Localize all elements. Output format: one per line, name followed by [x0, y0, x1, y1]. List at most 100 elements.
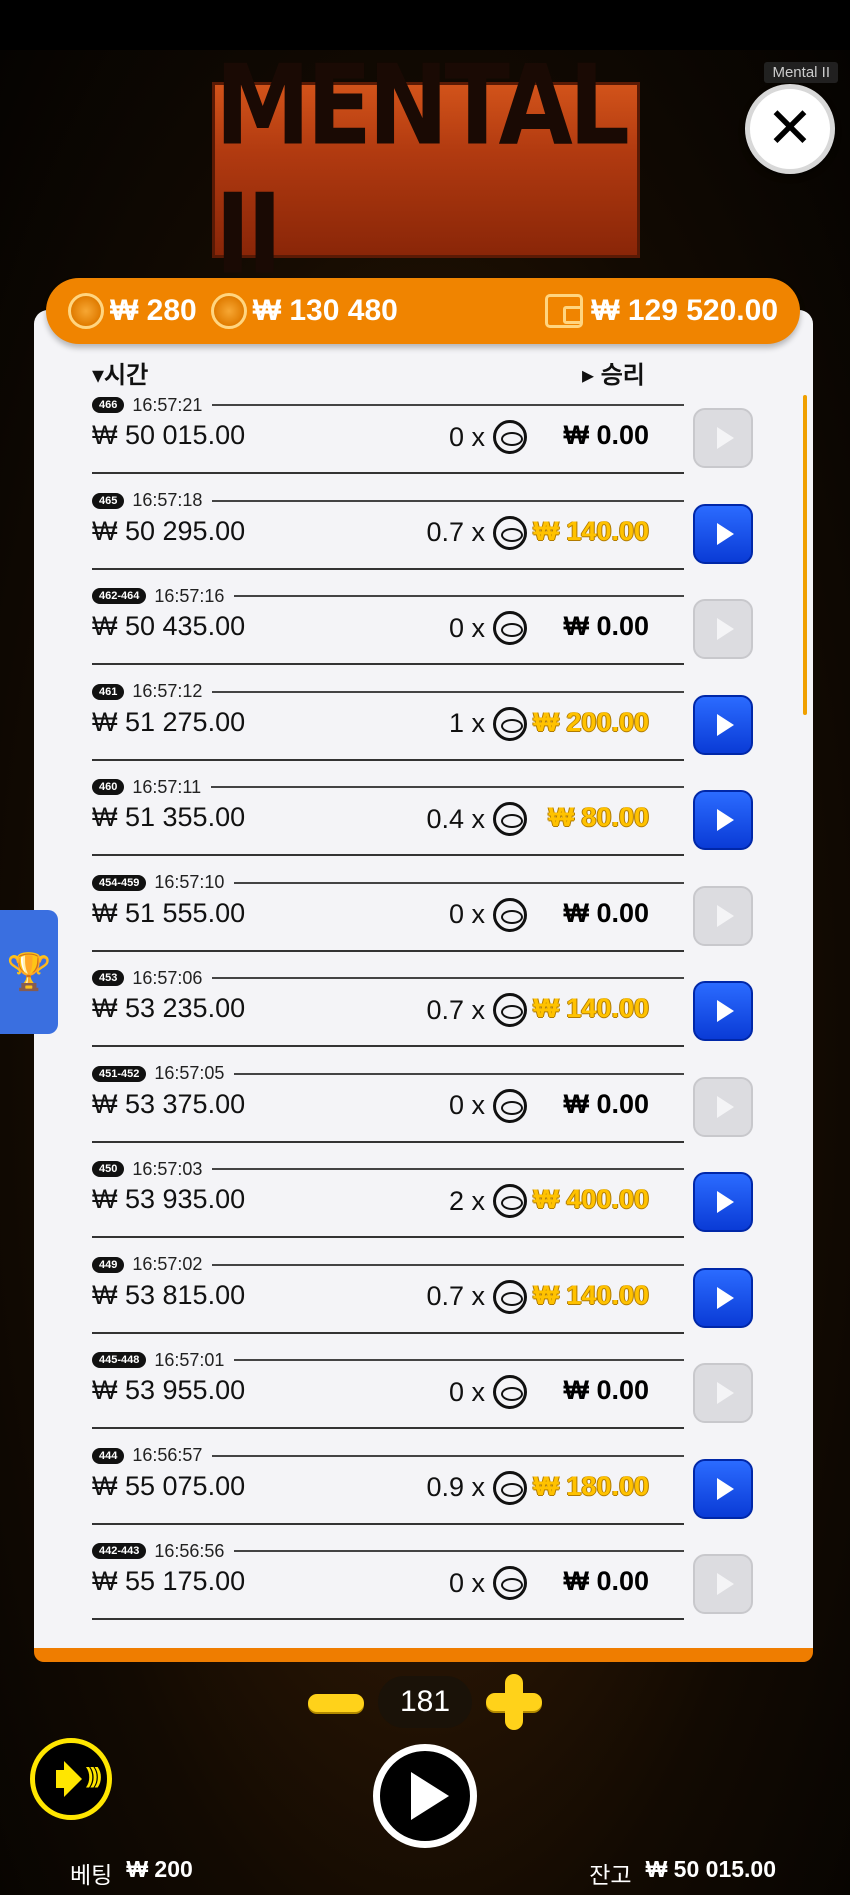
history-row: 450 16:57:03 ₩ 53 935.00 2 x ₩ 400.00	[92, 1156, 757, 1252]
row-separator	[92, 663, 684, 665]
replay-button	[693, 408, 753, 468]
row-meta: 453 16:57:06	[92, 967, 684, 989]
row-divider	[234, 1550, 684, 1552]
history-row: 444 16:56:57 ₩ 55 075.00 0.9 x ₩ 180.00	[92, 1443, 757, 1539]
history-row: 465 16:57:18 ₩ 50 295.00 0.7 x ₩ 140.00	[92, 488, 757, 584]
row-divider	[212, 977, 684, 979]
replay-button[interactable]	[693, 1267, 753, 1328]
play-icon	[411, 1772, 449, 1820]
round-balance: ₩ 53 815.00	[92, 1279, 246, 1310]
round-time: 16:56:56	[154, 1540, 225, 1561]
panel-bottom-bar	[34, 1648, 813, 1662]
play-icon	[716, 1573, 734, 1595]
wallet-stat: ₩ 129 520.00	[545, 294, 778, 328]
coin-icon	[493, 897, 527, 932]
row-separator	[92, 472, 684, 474]
row-separator	[92, 567, 684, 570]
round-multiplier: 0 x	[449, 420, 527, 454]
round-win: ₩ 0.00	[563, 1088, 649, 1119]
replay-button	[693, 1554, 753, 1614]
minus-button[interactable]	[308, 1694, 364, 1712]
row-meta: 451-452 16:57:05	[92, 1063, 684, 1085]
row-meta: 466 16:57:21	[92, 394, 684, 416]
coin-icon	[493, 802, 527, 836]
wallet-icon	[545, 294, 584, 328]
row-separator	[92, 1522, 684, 1525]
replay-button[interactable]	[693, 1172, 753, 1232]
round-multiplier: 1 x	[449, 706, 527, 741]
row-separator	[92, 1140, 684, 1143]
row-meta: 461 16:57:12	[92, 681, 684, 703]
game-logo: MENTAL II	[212, 41, 640, 299]
round-badge: 454-459	[92, 874, 147, 891]
row-meta: 444 16:56:57	[92, 1445, 684, 1467]
trophy-tab[interactable]: 🏆	[0, 910, 58, 1034]
play-icon	[716, 427, 734, 449]
coin-icon	[493, 1566, 527, 1600]
app-tag: Mental II	[764, 62, 838, 83]
row-divider	[211, 786, 684, 788]
round-win: ₩ 140.00	[533, 515, 649, 546]
total-stat: ₩ 130 480	[210, 293, 398, 329]
replay-button[interactable]	[693, 503, 753, 564]
row-divider	[212, 499, 684, 502]
round-balance: ₩ 51 555.00	[92, 897, 246, 928]
round-win: ₩ 0.00	[563, 420, 649, 450]
round-badge: 450	[92, 1161, 125, 1177]
sound-button[interactable]	[30, 1738, 112, 1820]
round-multiplier: 0 x	[449, 611, 527, 645]
replay-button[interactable]	[693, 981, 753, 1041]
round-time: 16:57:18	[132, 490, 203, 510]
bet-display: 베팅 ₩ 200	[70, 1856, 193, 1890]
round-time: 16:57:12	[132, 681, 203, 701]
round-multiplier: 0.9 x	[426, 1470, 527, 1505]
history-row: 445-448 16:57:01 ₩ 53 955.00 0 x ₩ 0.00	[92, 1347, 757, 1443]
bet-value: ₩ 200	[126, 1856, 193, 1882]
play-button[interactable]	[373, 1744, 477, 1848]
round-time: 16:57:05	[154, 1063, 225, 1083]
history-row: 462-464 16:57:16 ₩ 50 435.00 0 x ₩ 0.00	[92, 583, 757, 679]
replay-button[interactable]	[693, 790, 753, 850]
round-stepper: 181	[308, 1672, 542, 1732]
speaker-icon	[56, 1763, 99, 1789]
history-list: 466 16:57:21 ₩ 50 015.00 0 x ₩ 0.00 465 16:57:…	[92, 392, 757, 1634]
row-separator	[92, 1427, 684, 1429]
round-win: ₩ 180.00	[533, 1470, 649, 1501]
round-time: 16:57:11	[132, 776, 202, 797]
plus-icon[interactable]	[505, 1674, 523, 1730]
row-meta: 445-448 16:57:01	[92, 1349, 684, 1371]
coin-icon	[493, 1088, 527, 1123]
round-multiplier: 2 x	[449, 1184, 527, 1218]
round-multiplier: 0.7 x	[426, 515, 527, 550]
coin-icon	[493, 420, 527, 454]
coin-icon	[493, 611, 527, 645]
row-divider	[234, 881, 684, 884]
sort-win-header[interactable]: ▸ 승리	[582, 355, 645, 390]
row-divider	[212, 1454, 684, 1457]
round-badge: 466	[92, 397, 125, 413]
replay-button[interactable]	[693, 1458, 753, 1519]
round-badge: 453	[92, 970, 125, 986]
row-separator	[92, 1236, 684, 1238]
round-badge: 462-464	[92, 588, 147, 604]
play-icon	[716, 1191, 734, 1213]
row-separator	[92, 1045, 684, 1047]
round-badge: 465	[92, 492, 125, 509]
column-headers: ▾시간 ▸ 승리	[92, 355, 692, 389]
row-separator	[92, 1331, 684, 1334]
close-button[interactable]: ✕	[745, 84, 835, 174]
round-badge: 451-452	[92, 1065, 147, 1082]
round-time: 16:56:57	[132, 1445, 203, 1465]
total-value: ₩ 130 480	[252, 294, 398, 327]
replay-button[interactable]	[693, 694, 753, 755]
round-count: 181	[378, 1676, 472, 1728]
sort-time-header[interactable]: ▾시간	[92, 355, 148, 390]
history-row: 461 16:57:12 ₩ 51 275.00 1 x ₩ 200.00	[92, 679, 757, 775]
round-multiplier: 0.4 x	[426, 802, 527, 836]
row-meta: 462-464 16:57:16	[92, 585, 684, 607]
play-icon	[716, 522, 734, 545]
scrollbar[interactable]	[803, 395, 807, 715]
coin-icon	[68, 293, 104, 329]
round-time: 16:57:10	[154, 872, 225, 892]
round-multiplier: 0.7 x	[426, 993, 527, 1027]
